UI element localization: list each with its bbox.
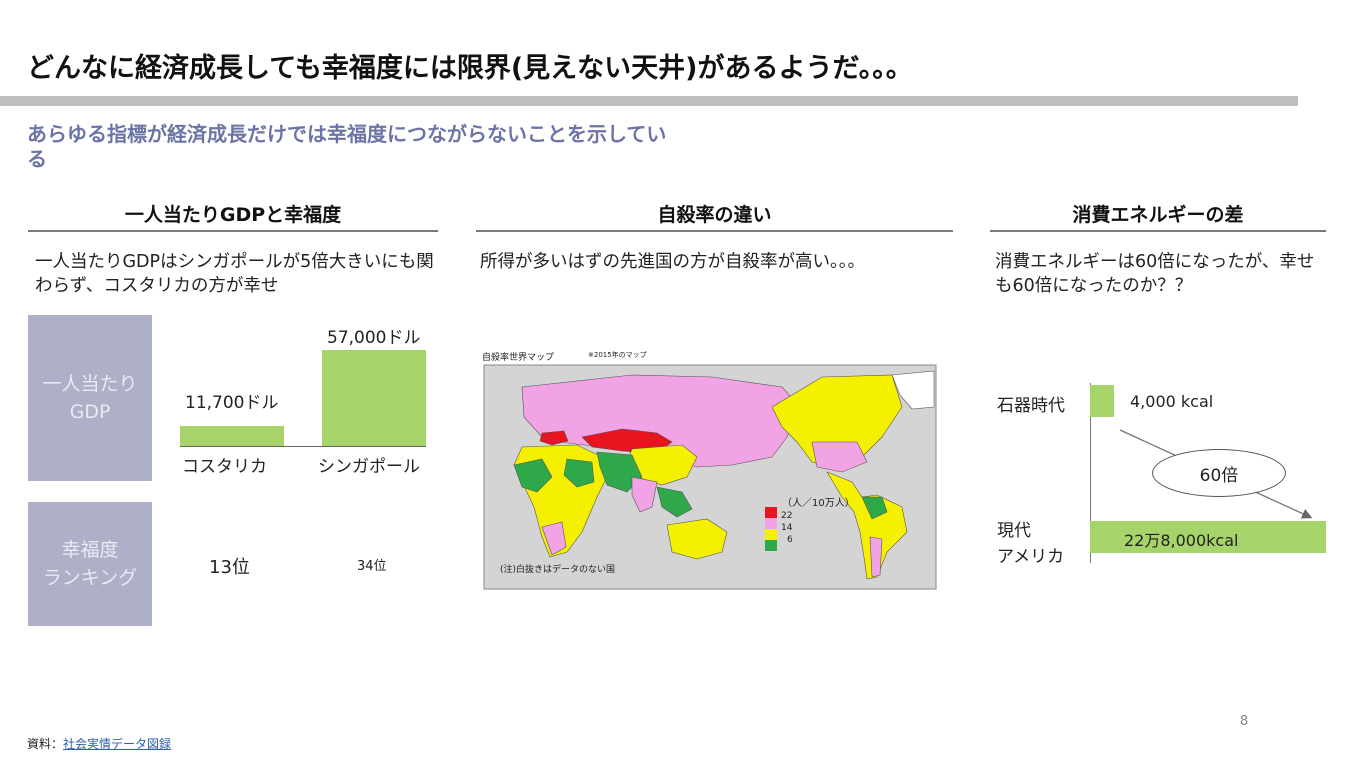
country-name-costarica: コスタリカ — [182, 457, 267, 477]
map-footnote: (注)白抜きはデータのない国 — [500, 565, 616, 575]
world-map-graphic — [483, 364, 937, 590]
suicide-column-rule — [476, 230, 953, 232]
gdp-bar-costarica — [180, 426, 284, 446]
ratio-ellipse: 60倍 — [1152, 449, 1286, 497]
country-name-singapore: シンガポール — [318, 457, 420, 477]
suicide-column-text: 所得が多いはずの先進国の方が自殺率が高い。。。 — [480, 252, 865, 272]
map-legend-label-6: 6 — [787, 535, 793, 545]
energy-column-rule — [990, 230, 1326, 232]
stone-age-value: 4,000 kcal — [1130, 392, 1214, 411]
page-number: 8 — [1240, 714, 1249, 729]
legend-swatch-low — [765, 540, 777, 551]
map-legend-label-22: 22 — [781, 511, 793, 521]
gdp-bar-singapore — [322, 350, 426, 446]
energy-column-heading: 消費エネルギーの差 — [1072, 204, 1244, 226]
legend-swatch-14 — [765, 518, 777, 529]
slide-subtitle: あらゆる指標が経済成長だけでは幸福度につながらないことを示している — [27, 122, 667, 171]
stone-age-label: 石器時代 — [997, 396, 1065, 416]
map-legend-unit: （人／10万人） — [782, 498, 855, 509]
gdp-bar-baseline — [180, 446, 426, 447]
modern-label-line1: 現代 — [997, 521, 1031, 541]
source-link[interactable]: 社会実情データ図録 — [63, 737, 171, 751]
source-prefix: 資料： — [27, 737, 64, 751]
energy-column-text: 消費エネルギーは60倍になったが、幸せも60倍になったのか？？ — [995, 252, 1315, 296]
gdp-value-costarica: 11,700ドル — [185, 393, 279, 413]
map-legend-label-14: 14 — [781, 523, 793, 533]
rank-singapore: 34位 — [357, 559, 387, 574]
legend-swatch-6 — [765, 529, 777, 540]
gdp-column-text: 一人当たりGDPはシンガポールが5倍大きいにも関わらず、コスタリカの方が幸せ — [35, 252, 434, 296]
suicide-column-heading: 自殺率の違い — [657, 204, 772, 226]
gdp-value-singapore: 57,000ドル — [327, 328, 421, 348]
modern-label-line2: アメリカ — [997, 547, 1065, 567]
gdp-row-label-line2: GDP — [69, 401, 111, 423]
modern-value: 22万8,000kcal — [1124, 531, 1239, 550]
slide-title: どんなに経済成長しても幸福度には限界(見えない天井)があるようだ。。。 — [27, 53, 913, 84]
suicide-world-map: 自殺率世界マップ ※2015年のマップ （人／10万人） 22 14 6 (注)… — [482, 347, 938, 591]
source-note: 資料：社会実情データ図録 — [27, 735, 171, 752]
title-divider-bar — [0, 96, 1298, 106]
rank-row-label-line1: 幸福度 — [61, 539, 119, 561]
gdp-column-rule — [28, 230, 438, 232]
gdp-column-heading: 一人当たりGDPと幸福度 — [124, 204, 342, 226]
modern-label: 現代 アメリカ — [997, 518, 1064, 570]
gdp-row-label: 一人当たり GDP — [28, 315, 152, 481]
ratio-label: 60倍 — [1199, 465, 1239, 486]
energy-bar-stone-age — [1090, 385, 1114, 417]
rank-row-label-line2: ランキング — [42, 567, 138, 589]
gdp-row-label-line1: 一人当たり — [42, 373, 138, 395]
rank-costarica: 13位 — [209, 557, 250, 578]
legend-swatch-22 — [765, 507, 777, 518]
rank-row-label: 幸福度 ランキング — [28, 502, 152, 626]
